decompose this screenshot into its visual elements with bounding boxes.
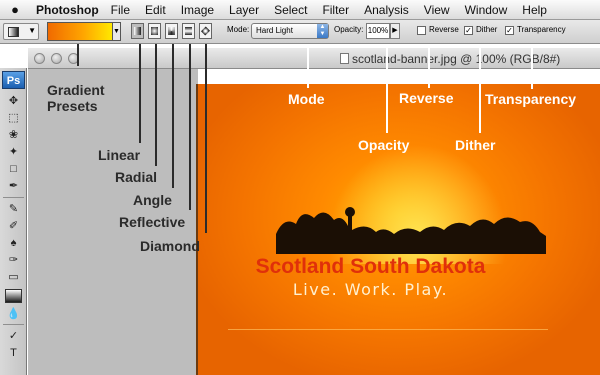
gradient-presets-callout: Gradient Presets — [47, 82, 105, 114]
photoshop-logo[interactable]: Ps — [2, 71, 25, 89]
reflective-leader — [189, 44, 191, 210]
reflective-callout: Reflective — [119, 214, 186, 230]
radial-leader — [155, 44, 157, 166]
mode-label: Mode: — [227, 25, 250, 34]
magic-wand-tool-icon[interactable]: ✦ — [4, 144, 23, 160]
reflective-gradient-button[interactable] — [182, 23, 195, 39]
close-window-button[interactable] — [34, 53, 45, 64]
reverse-leader — [428, 44, 430, 88]
radial-gradient-button[interactable] — [148, 23, 161, 39]
menu-edit[interactable]: Edit — [145, 3, 166, 17]
banner-image: Scotland South Dakota Live. Work. Play. — [198, 84, 600, 375]
diamond-callout: Diamond — [140, 238, 200, 254]
mode-leader — [307, 44, 309, 88]
transparency-label: Transparency — [517, 25, 566, 34]
menu-image[interactable]: Image — [181, 3, 214, 17]
blur-tool-icon[interactable]: 💧 — [4, 306, 23, 322]
linear-gradient-button[interactable] — [131, 23, 144, 39]
crop-tool-icon[interactable]: □ — [4, 161, 23, 177]
radial-gradient-icon — [151, 27, 158, 35]
menu-select[interactable]: Select — [274, 3, 307, 17]
banner-title: Scotland South Dakota — [255, 255, 486, 278]
toolbox-divider — [3, 324, 24, 325]
angle-leader — [172, 44, 174, 188]
chevron-down-icon: ▼ — [28, 26, 36, 35]
gradient-presets-leader — [77, 44, 79, 66]
angle-callout: Angle — [133, 192, 172, 208]
apple-menu-icon[interactable]: ● — [0, 2, 30, 17]
dither-leader — [479, 44, 481, 133]
diamond-leader — [205, 44, 207, 233]
healing-brush-tool-icon[interactable]: ✎ — [4, 201, 23, 217]
reverse-label: Reverse — [429, 25, 459, 34]
banner-tagline: Live. Work. Play. — [292, 280, 449, 299]
opacity-label: Opacity: — [334, 25, 364, 34]
gradient-preset-preview[interactable] — [47, 22, 113, 41]
transparency-checkbox[interactable]: ✓ — [505, 26, 514, 35]
opacity-slider-arrow[interactable]: ▶ — [390, 23, 400, 39]
menu-view[interactable]: View — [424, 3, 450, 17]
menu-help[interactable]: Help — [522, 3, 547, 17]
banner-divider — [228, 329, 548, 330]
select-stepper-icon: ▲ ▼ — [317, 24, 328, 38]
document-titlebar: scotland-banner.jpg @ 100% (RGB/8#) — [28, 48, 600, 69]
gradient-tool-icon[interactable] — [5, 289, 22, 303]
menu-layer[interactable]: Layer — [229, 3, 259, 17]
mode-value: Hard Light — [256, 26, 293, 35]
history-brush-tool-icon[interactable]: ✑ — [4, 252, 23, 268]
reflective-gradient-icon — [185, 27, 192, 35]
type-tool-icon[interactable]: T — [4, 345, 23, 361]
clone-stamp-tool-icon[interactable]: ♠ — [4, 235, 23, 251]
document-title: scotland-banner.jpg @ 100% (RGB/8#) — [340, 52, 560, 66]
reverse-callout: Reverse — [399, 90, 454, 106]
toolbox-divider — [3, 197, 24, 198]
toolbox: Ps ✥ ⬚ ❀ ✦ □ ✒ ✎ ✐ ♠ ✑ ▭ 💧 ✓ T — [0, 68, 27, 375]
minimize-window-button[interactable] — [51, 53, 62, 64]
linear-callout: Linear — [98, 147, 141, 163]
linear-gradient-icon — [134, 27, 141, 35]
mode-callout: Mode — [288, 91, 325, 107]
menu-file[interactable]: File — [111, 3, 130, 17]
radial-callout: Radial — [115, 169, 158, 185]
transparency-callout: Transparency — [485, 91, 577, 107]
transparency-leader — [531, 44, 533, 89]
dither-checkbox[interactable]: ✓ — [464, 26, 473, 35]
gradient-preset-dropdown[interactable]: ▼ — [112, 22, 121, 41]
reverse-checkbox[interactable] — [417, 26, 426, 35]
document-icon — [340, 53, 349, 64]
opacity-callout: Opacity — [358, 137, 410, 153]
diamond-gradient-icon — [200, 26, 211, 36]
linear-leader — [139, 44, 141, 143]
dither-callout: Dither — [455, 137, 496, 153]
menu-window[interactable]: Window — [465, 3, 508, 17]
mode-select[interactable]: Hard Light ▲ ▼ — [251, 23, 329, 39]
menu-app-name[interactable]: Photoshop — [36, 3, 99, 17]
pen-tool-icon[interactable]: ✓ — [4, 328, 23, 344]
diamond-gradient-button[interactable] — [199, 23, 212, 39]
options-bar: ▼ ▼ Mode: Hard Light ▲ ▼ Opacity: 100% ▶ … — [0, 20, 600, 44]
eraser-tool-icon[interactable]: ▭ — [4, 269, 23, 285]
marquee-tool-icon[interactable]: ⬚ — [4, 110, 23, 126]
move-tool-icon[interactable]: ✥ — [4, 93, 23, 109]
opacity-field[interactable]: 100% — [366, 23, 390, 39]
lasso-tool-icon[interactable]: ❀ — [4, 127, 23, 143]
angle-gradient-button[interactable] — [165, 23, 178, 39]
gradient-tool-icon — [8, 27, 19, 37]
menu-analysis[interactable]: Analysis — [364, 3, 409, 17]
menu-filter[interactable]: Filter — [322, 3, 349, 17]
menu-bar: ● Photoshop File Edit Image Layer Select… — [0, 0, 600, 20]
opacity-leader — [386, 44, 388, 133]
brush-tool-icon[interactable]: ✐ — [4, 218, 23, 234]
tree-silhouette — [276, 207, 546, 254]
document-title-text: scotland-banner.jpg @ 100% (RGB/8#) — [352, 52, 561, 66]
eyedropper-tool-icon[interactable]: ✒ — [4, 178, 23, 194]
angle-gradient-icon — [168, 27, 175, 35]
tool-preset-picker[interactable]: ▼ — [3, 23, 39, 40]
dither-label: Dither — [476, 25, 498, 34]
